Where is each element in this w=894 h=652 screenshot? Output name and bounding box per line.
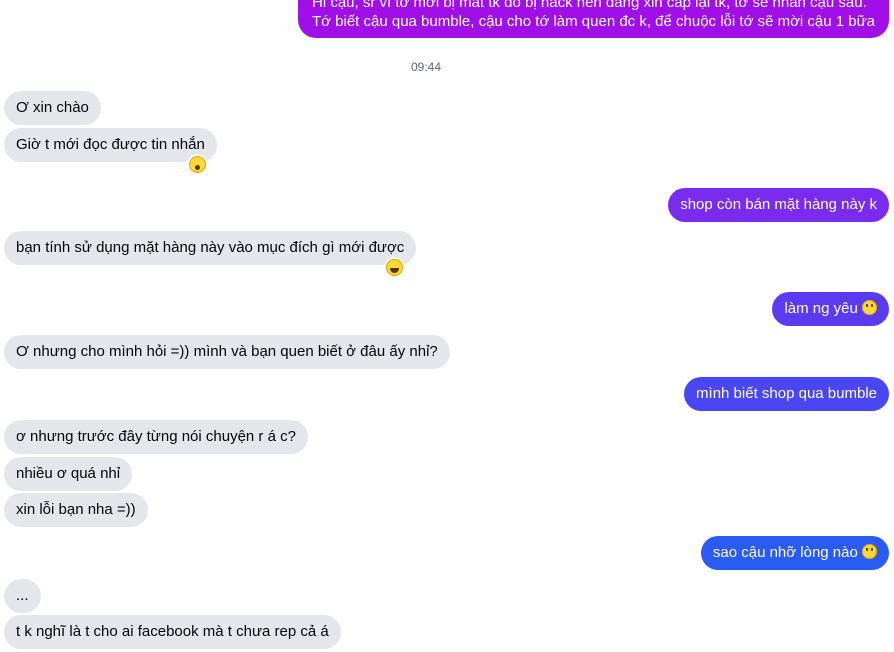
haha-reaction-icon[interactable] bbox=[386, 259, 403, 276]
message-incoming[interactable]: nhiều ơ quá nhỉ bbox=[4, 457, 133, 491]
message-incoming[interactable]: Giờ t mới đọc được tin nhắn bbox=[4, 128, 217, 162]
message-text: Ơ xin chào bbox=[16, 99, 89, 116]
message-text: Ơ nhưng cho mình hỏi =)) mình và bạn que… bbox=[16, 343, 438, 360]
message-text: nhiều ơ quá nhỉ bbox=[16, 465, 121, 482]
message-incoming[interactable]: Ơ nhưng cho mình hỏi =)) mình và bạn que… bbox=[4, 335, 450, 369]
message-incoming[interactable]: t k nghĩ là t cho ai facebook mà t chưa … bbox=[4, 615, 341, 649]
message-incoming[interactable]: ơ nhưng trước đây từng nói chuyện r á c? bbox=[4, 420, 308, 454]
message-text: Giờ t mới đọc được tin nhắn bbox=[16, 136, 205, 153]
message-text: mình biết shop qua bumble bbox=[696, 385, 877, 402]
timestamp: 09:44 bbox=[410, 60, 442, 74]
slight-smile-emoji-icon bbox=[862, 300, 877, 315]
message-incoming[interactable]: Ơ xin chào bbox=[4, 91, 101, 125]
message-outgoing[interactable]: Hi cậu, sr vì tớ mới bị mất tk do bị hac… bbox=[297, 0, 889, 38]
message-text: shop còn bán mặt hàng này k bbox=[680, 196, 877, 213]
message-text: xin lỗi bạn nha =)) bbox=[16, 501, 136, 518]
message-text: sao cậu nhỡ lòng nào bbox=[712, 544, 858, 561]
message-outgoing[interactable]: shop còn bán mặt hàng này k bbox=[668, 188, 889, 222]
message-incoming[interactable]: xin lỗi bạn nha =)) bbox=[4, 493, 148, 527]
message-line: Hi cậu, sr vì tớ mới bị mất tk do bị hac… bbox=[311, 0, 867, 11]
message-outgoing[interactable]: làm ng yêu bbox=[772, 292, 889, 326]
message-incoming[interactable]: bạn tính sử dụng mặt hàng này vào mục đí… bbox=[4, 231, 417, 265]
message-line: Tớ biết cậu qua bumble, cậu cho tớ làm q… bbox=[311, 13, 875, 30]
message-text: làm ng yêu bbox=[784, 300, 858, 317]
wow-reaction-icon[interactable] bbox=[189, 156, 206, 173]
slight-smile-emoji-icon bbox=[862, 544, 877, 559]
message-text: ơ nhưng trước đây từng nói chuyện r á c? bbox=[16, 428, 296, 445]
message-text: ... bbox=[16, 587, 29, 604]
chat-thread: Hi cậu, sr vì tớ mới bị mất tk do bị hac… bbox=[0, 0, 894, 652]
message-text: t k nghĩ là t cho ai facebook mà t chưa … bbox=[16, 623, 329, 640]
message-outgoing[interactable]: sao cậu nhỡ lòng nào bbox=[700, 536, 889, 570]
message-outgoing[interactable]: mình biết shop qua bumble bbox=[684, 377, 889, 411]
message-incoming[interactable]: ... bbox=[4, 579, 41, 613]
message-text: bạn tính sử dụng mặt hàng này vào mục đí… bbox=[16, 239, 405, 256]
